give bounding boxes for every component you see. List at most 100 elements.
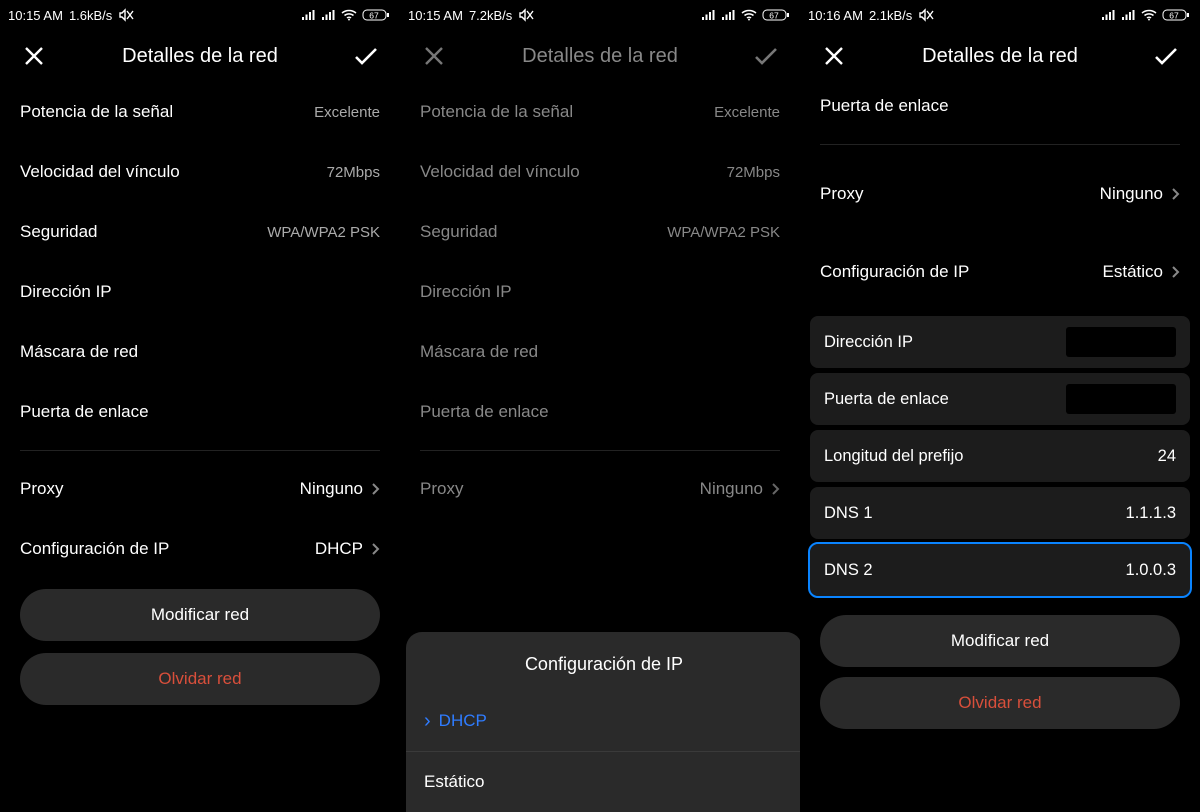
wifi-icon [1141,9,1157,21]
row-ip: Dirección IP [420,262,780,322]
row-ip: Dirección IP [20,262,380,322]
row-ipconfig[interactable]: Configuración de IP DHCP [20,519,380,579]
label: Máscara de red [420,342,538,362]
ip-config-sheet: Configuración de IP DHCP Estático [406,632,800,812]
input-ip[interactable]: Dirección IP [810,316,1190,368]
modify-network-button[interactable]: Modificar red [20,589,380,641]
page-title: Detalles de la red [122,45,278,68]
forget-network-button[interactable]: Olvidar red [20,653,380,705]
action-buttons: Modificar red Olvidar red [800,607,1200,729]
row-linkspeed: Velocidad del vínculo 72Mbps [420,142,780,202]
row-proxy: Proxy Ninguno [420,459,780,519]
value: WPA/WPA2 PSK [667,224,780,241]
label: Dirección IP [420,282,512,302]
status-bar: 10:15 AM 1.6kB/s 67 [0,0,400,30]
header: Detalles de la red [0,30,400,82]
row-proxy[interactable]: Proxy Ninguno [800,155,1200,233]
value: Ninguno [300,479,363,499]
divider [820,144,1180,145]
row-ipconfig[interactable]: Configuración de IP Estático [800,233,1200,311]
status-time: 10:16 AM [808,8,863,23]
screen-2: 10:15 AM 7.2kB/s 67 Detalles de la red P… [400,0,800,812]
value: 72Mbps [327,164,380,181]
close-icon [420,42,448,70]
option-dhcp[interactable]: DHCP [406,691,800,751]
label: Velocidad del vínculo [420,162,580,182]
row-gateway: Puerta de enlace [20,382,380,442]
input-gateway[interactable]: Puerta de enlace [810,373,1190,425]
forget-network-button[interactable]: Olvidar red [820,677,1180,729]
svg-text:67: 67 [369,11,379,21]
close-icon[interactable] [820,42,848,70]
dns2-field[interactable]: 1.0.0.3 [1086,561,1176,580]
chevron-right-icon [771,482,780,496]
row-linkspeed: Velocidad del vínculo 72Mbps [20,142,380,202]
screen-1: 10:15 AM 1.6kB/s 67 Detalles de la red P… [0,0,400,812]
close-icon[interactable] [20,42,48,70]
status-speed: 2.1kB/s [869,8,912,23]
chevron-right-icon [371,542,380,556]
value: Excelente [714,104,780,121]
signal-2-icon [1121,9,1136,21]
row-gateway: Puerta de enlace [420,382,780,442]
divider [420,450,780,451]
status-bar: 10:16 AM 2.1kB/s 67 [800,0,1200,30]
action-buttons: Modificar red Olvidar red [0,579,400,705]
input-dns2[interactable]: DNS 2 1.0.0.3 [810,544,1190,596]
signal-1-icon [1101,9,1116,21]
row-security: SeguridadWPA/WPA2 PSK [420,202,780,262]
label: Proxy [420,479,463,499]
page-title: Detalles de la red [922,45,1078,68]
sheet-title: Configuración de IP [406,654,800,675]
confirm-icon[interactable] [1152,42,1180,70]
gateway-field[interactable] [1066,384,1176,414]
label: Configuración de IP [20,539,169,559]
chevron-right-icon [371,482,380,496]
row-proxy[interactable]: Proxy Ninguno [20,459,380,519]
label: Dirección IP [824,333,913,352]
prefix-field[interactable]: 24 [1086,447,1176,466]
chevron-right-icon [1171,187,1180,201]
label: Puerta de enlace [20,402,149,422]
status-speed: 1.6kB/s [69,8,112,23]
signal-2-icon [721,9,736,21]
row-signal: Potencia de la señal Excelente [20,82,380,142]
status-speed: 7.2kB/s [469,8,512,23]
battery-icon: 67 [762,8,790,22]
status-time: 10:15 AM [8,8,63,23]
signal-2-icon [321,9,336,21]
screen-3: 10:16 AM 2.1kB/s 67 Detalles de la red P… [800,0,1200,812]
option-static[interactable]: Estático [406,752,800,812]
label: Máscara de red [20,342,138,362]
confirm-icon[interactable] [352,42,380,70]
dns1-field[interactable]: 1.1.1.3 [1086,504,1176,523]
mute-icon [118,8,134,22]
ip-field[interactable] [1066,327,1176,357]
input-dns1[interactable]: DNS 1 1.1.1.3 [810,487,1190,539]
signal-1-icon [701,9,716,21]
header: Detalles de la red [800,30,1200,82]
svg-text:67: 67 [1169,11,1179,21]
signal-1-icon [301,9,316,21]
mute-icon [518,8,534,22]
label: Puerta de enlace [820,96,949,115]
network-details: Potencia de la señalExcelente Velocidad … [400,82,800,519]
row-gateway-top: Puerta de enlace [800,82,1200,130]
network-details: Potencia de la señal Excelente Velocidad… [0,82,400,579]
value: Ninguno [700,479,763,499]
modify-network-button[interactable]: Modificar red [820,615,1180,667]
value: Estático [1103,262,1163,282]
network-details: Proxy Ninguno Configuración de IP Estáti… [800,144,1200,607]
value: 72Mbps [727,164,780,181]
label: Olvidar red [158,669,241,689]
status-time: 10:15 AM [408,8,463,23]
input-prefix[interactable]: Longitud del prefijo 24 [810,430,1190,482]
label: DHCP [439,711,487,731]
wifi-icon [741,9,757,21]
wifi-icon [341,9,357,21]
divider [20,450,380,451]
chevron-right-icon [1171,265,1180,279]
label: Modificar red [951,631,1049,651]
label: Longitud del prefijo [824,447,963,466]
mute-icon [918,8,934,22]
